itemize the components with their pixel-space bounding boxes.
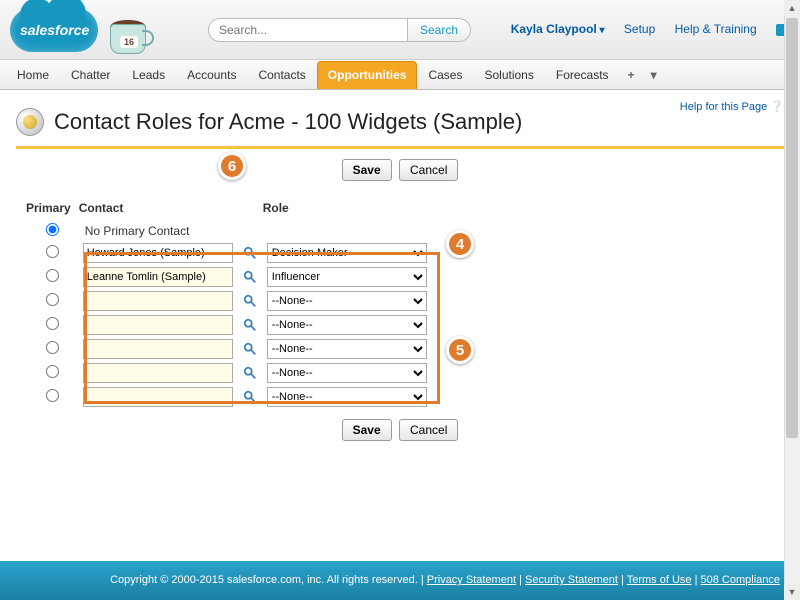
copyright-text: Copyright © 2000-2015 salesforce.com, in…	[110, 574, 418, 586]
role-select[interactable]: --None--Decision MakerInfluencer	[267, 339, 427, 359]
release-badge: 16	[120, 36, 138, 48]
primary-radio[interactable]	[46, 269, 59, 282]
page-title-row: Contact Roles for Acme - 100 Widgets (Sa…	[16, 90, 784, 149]
primary-radio[interactable]	[46, 293, 59, 306]
seasonal-cup-icon: 16	[108, 4, 156, 58]
tab-opportunities[interactable]: Opportunities	[317, 61, 418, 89]
header-links: Kayla Claypool Setup Help & Training	[495, 22, 788, 36]
user-menu[interactable]: Kayla Claypool	[511, 22, 605, 36]
scrollbar[interactable]: ▲ ▼	[784, 0, 800, 600]
tab-overflow-icon[interactable]: ▾	[643, 62, 665, 88]
help-for-page-link[interactable]: Help for this Page	[680, 100, 784, 113]
save-button[interactable]: Save	[342, 159, 392, 181]
opportunity-icon	[16, 108, 44, 136]
security-link[interactable]: Security Statement	[525, 574, 618, 586]
role-select[interactable]: --None--Decision MakerInfluencer	[267, 315, 427, 335]
table-row: --None--Decision MakerInfluencer	[26, 289, 431, 313]
tab-leads[interactable]: Leads	[121, 61, 176, 89]
primary-radio[interactable]	[46, 317, 59, 330]
primary-nav: HomeChatterLeadsAccountsContactsOpportun…	[0, 60, 800, 90]
contact-input[interactable]	[83, 387, 233, 407]
tab-solutions[interactable]: Solutions	[473, 61, 544, 89]
page-footer: Copyright © 2000-2015 salesforce.com, in…	[0, 561, 800, 600]
primary-radio[interactable]	[46, 365, 59, 378]
col-primary: Primary	[26, 197, 79, 221]
button-row-top: Save Cancel	[16, 149, 784, 191]
role-select[interactable]: --None--Decision MakerInfluencer	[267, 243, 427, 263]
scroll-up-icon[interactable]: ▲	[784, 0, 800, 16]
contact-roles-table: Primary Contact Role No Primary Contact -…	[26, 197, 431, 409]
lookup-icon[interactable]	[241, 340, 259, 358]
lookup-icon[interactable]	[241, 292, 259, 310]
col-role: Role	[263, 197, 431, 221]
role-select[interactable]: --None--Decision MakerInfluencer	[267, 267, 427, 287]
compliance-link[interactable]: 508 Compliance	[701, 574, 781, 586]
primary-radio[interactable]	[46, 223, 59, 236]
cancel-button[interactable]: Cancel	[399, 159, 458, 181]
contact-input[interactable]	[83, 291, 233, 311]
lookup-icon[interactable]	[241, 268, 259, 286]
search-button[interactable]: Search	[408, 18, 471, 42]
button-row-bottom: Save Cancel	[16, 409, 784, 451]
no-primary-text: No Primary Contact	[83, 224, 190, 238]
callout-5: 5	[446, 336, 474, 364]
help-training-link[interactable]: Help & Training	[675, 22, 757, 36]
setup-link[interactable]: Setup	[624, 22, 655, 36]
privacy-link[interactable]: Privacy Statement	[427, 574, 516, 586]
tab-accounts[interactable]: Accounts	[176, 61, 247, 89]
salesforce-logo[interactable]: salesforce	[10, 8, 102, 68]
role-select[interactable]: --None--Decision MakerInfluencer	[267, 387, 427, 407]
tab-contacts[interactable]: Contacts	[247, 61, 316, 89]
contact-input[interactable]	[83, 267, 233, 287]
table-row: --None--Decision MakerInfluencer	[26, 337, 431, 361]
table-row: --None--Decision MakerInfluencer	[26, 265, 431, 289]
role-select[interactable]: --None--Decision MakerInfluencer	[267, 291, 427, 311]
save-button-bottom[interactable]: Save	[342, 419, 392, 441]
global-search: Search	[208, 18, 471, 42]
scroll-down-icon[interactable]: ▼	[784, 584, 800, 600]
lookup-icon[interactable]	[241, 388, 259, 406]
table-row: No Primary Contact	[26, 221, 431, 241]
callout-6: 6	[218, 152, 246, 180]
lookup-icon[interactable]	[241, 364, 259, 382]
tab-add-icon[interactable]: +	[620, 62, 643, 88]
callout-4: 4	[446, 230, 474, 258]
primary-radio[interactable]	[46, 341, 59, 354]
contact-input[interactable]	[83, 339, 233, 359]
lookup-icon[interactable]	[241, 316, 259, 334]
global-header: salesforce 16 Search Kayla Claypool Setu…	[0, 0, 800, 60]
lookup-icon[interactable]	[241, 244, 259, 262]
primary-radio[interactable]	[46, 245, 59, 258]
table-row: --None--Decision MakerInfluencer	[26, 241, 431, 265]
tab-forecasts[interactable]: Forecasts	[545, 61, 620, 89]
contact-input[interactable]	[83, 315, 233, 335]
contact-input[interactable]	[83, 243, 233, 263]
col-contact: Contact	[79, 197, 237, 221]
terms-link[interactable]: Terms of Use	[627, 574, 692, 586]
page-title: Contact Roles for Acme - 100 Widgets (Sa…	[54, 109, 522, 135]
logo-text: salesforce	[20, 22, 89, 38]
contact-input[interactable]	[83, 363, 233, 383]
page-body: Help for this Page Contact Roles for Acm…	[0, 90, 800, 451]
tab-cases[interactable]: Cases	[417, 61, 473, 89]
role-select[interactable]: --None--Decision MakerInfluencer	[267, 363, 427, 383]
table-row: --None--Decision MakerInfluencer	[26, 385, 431, 409]
table-row: --None--Decision MakerInfluencer	[26, 361, 431, 385]
primary-radio[interactable]	[46, 389, 59, 402]
cancel-button-bottom[interactable]: Cancel	[399, 419, 458, 441]
scroll-thumb[interactable]	[786, 18, 798, 438]
search-input[interactable]	[208, 18, 408, 42]
table-row: --None--Decision MakerInfluencer	[26, 313, 431, 337]
